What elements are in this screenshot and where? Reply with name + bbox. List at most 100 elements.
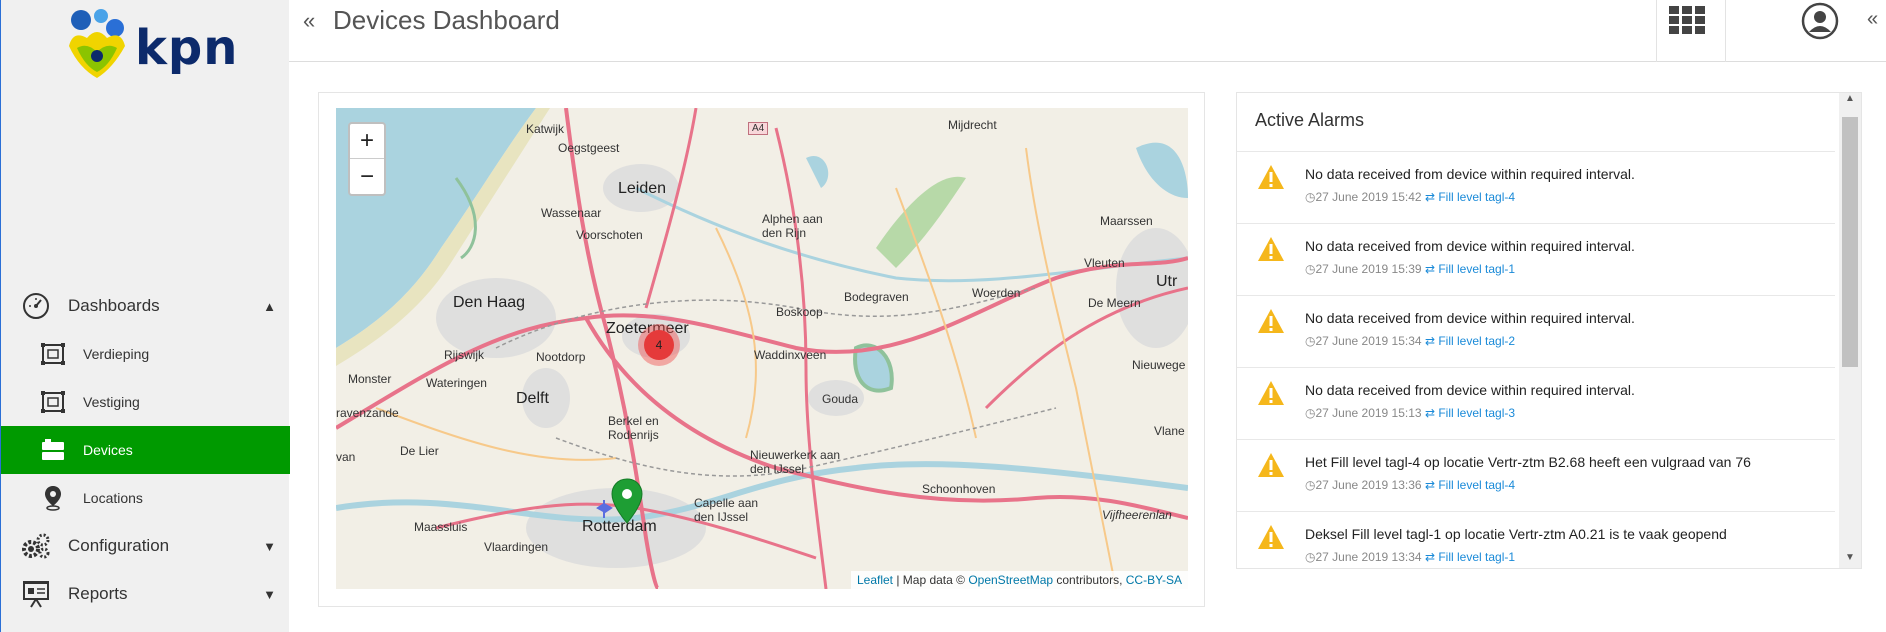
kpn-logo[interactable]: kpn	[63, 8, 237, 82]
apps-grid-button[interactable]	[1669, 4, 1709, 44]
alarm-item[interactable]: Deksel Fill level tagl-1 op locatie Vert…	[1237, 511, 1835, 568]
alarm-device-link[interactable]: Fill level tagl-3	[1438, 406, 1515, 420]
collapse-sidebar-button[interactable]: «	[303, 8, 315, 34]
active-alarms-panel[interactable]: Active Alarms No data received from devi…	[1236, 92, 1862, 569]
sidebar-item-configuration[interactable]: Configuration ▼	[1, 522, 290, 570]
map-label: Maarssen	[1100, 214, 1153, 228]
map-label: ravenzande	[336, 406, 399, 420]
map-label: Vlane	[1154, 424, 1185, 438]
user-account-button[interactable]	[1801, 2, 1839, 40]
swap-icon: ⇄	[1424, 334, 1435, 348]
map-label: Waddinxveen	[754, 348, 827, 362]
attribution-text: contributors,	[1053, 573, 1126, 587]
device-marker[interactable]	[610, 478, 644, 524]
kpn-wordmark: kpn	[135, 20, 239, 76]
zoom-in-button[interactable]: +	[350, 124, 384, 159]
sidebar-item-label: Reports	[68, 584, 128, 603]
alarm-item[interactable]: No data received from device within requ…	[1237, 295, 1835, 367]
header-divider	[1725, 0, 1726, 62]
alarm-device-link[interactable]: Fill level tagl-4	[1438, 190, 1515, 204]
openstreetmap-link[interactable]: OpenStreetMap	[968, 573, 1053, 587]
alarm-item[interactable]: No data received from device within requ…	[1237, 223, 1835, 295]
gauge-icon	[21, 291, 51, 321]
leaflet-link[interactable]: Leaflet	[857, 573, 893, 587]
chevron-down-icon: ▼	[263, 538, 276, 554]
map-label: Vleuten	[1084, 256, 1125, 270]
alarm-meta: ◷27 June 2019 13:34 ⇄ Fill level tagl-1	[1305, 550, 1515, 564]
sidebar-item-vestiging[interactable]: Vestiging	[1, 378, 290, 426]
warning-icon	[1258, 309, 1284, 333]
alarm-message: Deksel Fill level tagl-1 op locatie Vert…	[1305, 526, 1727, 542]
map-label: Nieuwege	[1132, 358, 1186, 372]
map-label: Delft	[516, 390, 549, 407]
swap-icon: ⇄	[1424, 550, 1435, 564]
map-attribution: Leaflet | Map data © OpenStreetMap contr…	[850, 571, 1188, 589]
warning-icon	[1258, 381, 1284, 405]
alarm-time: 27 June 2019 15:39	[1315, 262, 1422, 276]
map-label: Maassluis	[414, 520, 468, 534]
sidebar-item-locations[interactable]: Locations	[1, 474, 290, 522]
devices-icon	[39, 436, 67, 464]
scroll-up-arrow-icon[interactable]: ▲	[1839, 93, 1861, 111]
alarm-device-link[interactable]: Fill level tagl-1	[1438, 550, 1515, 564]
map-label: Vlaardingen	[484, 540, 549, 554]
road-shield: A4	[748, 122, 769, 135]
gears-icon	[21, 531, 51, 561]
map-label: Capelle aan den IJssel	[694, 496, 759, 524]
alarm-item[interactable]: No data received from device within requ…	[1237, 367, 1835, 439]
clock-icon: ◷	[1305, 550, 1316, 564]
sidebar-item-reports[interactable]: Reports ▼	[1, 570, 290, 618]
alarm-meta: ◷27 June 2019 13:36 ⇄ Fill level tagl-4	[1305, 478, 1515, 492]
alarm-item[interactable]: Het Fill level tagl-4 op locatie Vertr-z…	[1237, 439, 1835, 511]
alarm-meta: ◷27 June 2019 15:39 ⇄ Fill level tagl-1	[1305, 262, 1515, 276]
map-pin-icon	[39, 484, 67, 512]
alarm-device-link[interactable]: Fill level tagl-1	[1438, 262, 1515, 276]
chevron-up-icon: ▲	[263, 298, 276, 314]
floor-plan-icon	[39, 388, 67, 416]
map-label: Katwijk	[526, 122, 565, 136]
attribution-text: | Map data ©	[893, 573, 969, 587]
map-label: Berkel en Rodenrijs	[608, 414, 659, 442]
alarm-time: 27 June 2019 13:34	[1315, 550, 1422, 564]
sidebar-item-label: Verdieping	[83, 346, 150, 362]
map-label: van	[336, 450, 356, 464]
top-header: « Devices Dashboard «	[289, 0, 1886, 62]
sidebar-item-label: Configuration	[68, 536, 170, 555]
map-label: Gouda	[822, 392, 859, 406]
alarm-item[interactable]: No data received from device within requ…	[1237, 151, 1835, 223]
grid-icon	[1669, 6, 1705, 34]
swap-icon: ⇄	[1424, 406, 1435, 420]
clock-icon: ◷	[1305, 190, 1316, 204]
clock-icon: ◷	[1305, 406, 1316, 420]
marker-cluster[interactable]: 4	[638, 324, 680, 366]
alarm-device-link[interactable]: Fill level tagl-4	[1438, 478, 1515, 492]
swap-icon: ⇄	[1424, 190, 1435, 204]
alarm-message: No data received from device within requ…	[1305, 310, 1635, 326]
map-label: Nootdorp	[536, 350, 586, 364]
sidebar-item-label: Devices	[83, 442, 133, 458]
map-label: Utr	[1156, 273, 1178, 290]
alarm-device-link[interactable]: Fill level tagl-2	[1438, 334, 1515, 348]
alarm-message: No data received from device within requ…	[1305, 238, 1635, 254]
warning-icon	[1258, 237, 1284, 261]
map-label: Voorschoten	[576, 228, 643, 242]
map-label: Vijfheerenlan	[1102, 508, 1172, 522]
license-link[interactable]: CC-BY-SA	[1126, 573, 1182, 587]
map-label: Schoonhoven	[922, 482, 996, 496]
zoom-out-button[interactable]: −	[350, 159, 384, 194]
map-label: De Lier	[400, 444, 439, 458]
devices-map[interactable]: Katwijk Oegstgeest Leiden Wassenaar Voor…	[336, 108, 1188, 589]
alarm-time: 27 June 2019 15:42	[1315, 190, 1422, 204]
scrollbar-thumb[interactable]	[1842, 117, 1858, 367]
alarms-scrollbar[interactable]: ▲ ▼	[1839, 93, 1861, 568]
warning-icon	[1258, 525, 1284, 549]
sidebar-item-dashboards[interactable]: Dashboards ▲	[1, 282, 290, 330]
alarm-time: 27 June 2019 15:13	[1315, 406, 1422, 420]
map-label: Woerden	[972, 286, 1021, 300]
sidebar-item-devices[interactable]: Devices	[1, 426, 290, 474]
clock-icon: ◷	[1305, 334, 1316, 348]
collapse-right-panel-button[interactable]: «	[1867, 8, 1878, 31]
scroll-down-arrow-icon[interactable]: ▼	[1839, 552, 1861, 568]
sidebar-item-verdieping[interactable]: Verdieping	[1, 330, 290, 378]
map-label: Leiden	[618, 180, 667, 197]
